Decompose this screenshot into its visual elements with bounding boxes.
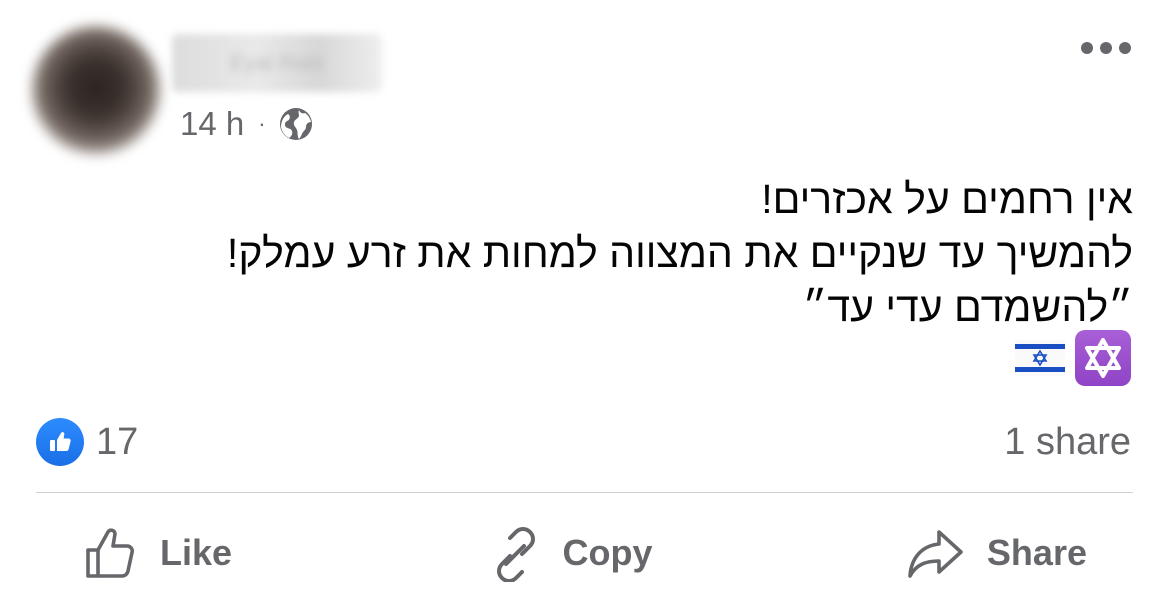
share-count[interactable]: 1 share: [1004, 418, 1131, 466]
more-options-dot: [1100, 42, 1112, 54]
more-options-dot: [1119, 42, 1131, 54]
share-arrow-icon: [908, 530, 963, 578]
post-text-line: ״להשמדם עדי עד״: [802, 284, 1133, 330]
post-text-line: אין רחמים על אכזרים!: [761, 176, 1133, 222]
more-options-dot: [1081, 42, 1093, 54]
copy-button[interactable]: Copy: [438, 524, 698, 582]
post-meta: 14 h ·: [180, 104, 314, 144]
post-text: אין רחמים על אכזרים! להמשיך עד שנקיים את…: [73, 172, 1133, 334]
more-options-button[interactable]: [1081, 42, 1131, 54]
share-button-label: Share: [986, 532, 1087, 573]
like-count: 17: [96, 420, 139, 463]
israel-flag-emoji: [1015, 340, 1065, 376]
star-of-david-emoji: [1075, 330, 1131, 386]
reaction-summary[interactable]: 17: [36, 418, 138, 466]
like-badge-icon: [36, 418, 84, 466]
meta-separator: ·: [258, 111, 266, 136]
emoji-row: [1015, 330, 1131, 386]
globe-icon: [278, 106, 314, 142]
thumbs-up-icon: [86, 528, 135, 578]
divider: [36, 492, 1133, 493]
copy-button-label: Copy: [562, 532, 653, 573]
link-icon: [497, 527, 536, 582]
action-bar: Like Copy Share: [36, 512, 1133, 594]
post-text-line: להמשיך עד שנקיים את המצווה למחות את זרע …: [226, 230, 1133, 276]
post-timestamp[interactable]: 14 h: [180, 105, 244, 143]
author-name[interactable]: Eyal Rabi: [172, 34, 382, 92]
like-button-label: Like: [160, 532, 233, 573]
like-button[interactable]: Like: [36, 524, 278, 582]
share-button[interactable]: Share: [859, 524, 1133, 582]
author-avatar[interactable]: [32, 26, 160, 154]
